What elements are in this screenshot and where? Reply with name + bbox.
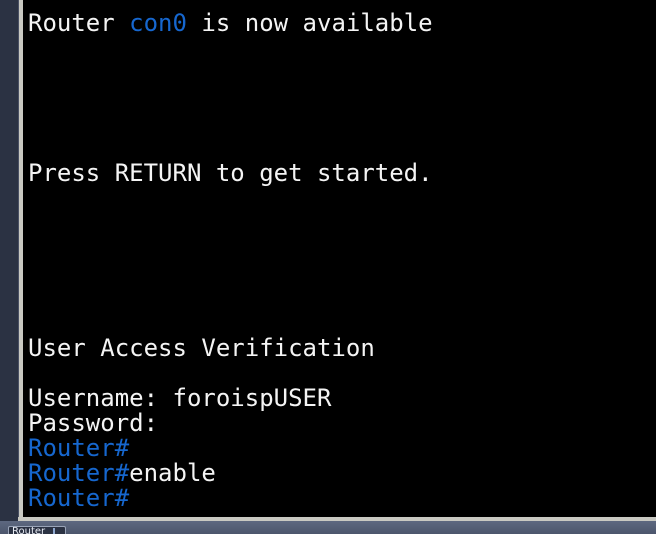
line-user-access-verification: User Access Verification	[28, 336, 656, 361]
line-password: Password:	[28, 411, 656, 436]
console-text-segment: enable	[129, 459, 216, 487]
line-prompt-1: Router#	[28, 436, 656, 461]
console-text-segment: User Access Verification	[28, 334, 375, 362]
status-bar-tab-label: Router	[12, 526, 46, 534]
line-username: Username: foroispUSER	[28, 386, 656, 411]
line-blank-8	[28, 236, 656, 261]
terminal-console[interactable]: Router con0 is now available Press RETUR…	[23, 0, 656, 517]
console-text-segment: Press RETURN to get started.	[28, 159, 433, 187]
console-text-segment: Username: foroispUSER	[28, 384, 332, 412]
console-text-segment: is now available	[186, 9, 433, 37]
line-press-return: Press RETURN to get started.	[28, 161, 656, 186]
left-side-panel	[0, 0, 18, 521]
line-prompt-2-enable: Router#enable	[28, 461, 656, 486]
line-blank-5	[28, 136, 656, 161]
line-blank-7	[28, 211, 656, 236]
router-console-window: Router con0 is now available Press RETUR…	[0, 0, 656, 534]
line-blank-11	[28, 311, 656, 336]
line-blank-2	[28, 61, 656, 86]
line-blank-6	[28, 186, 656, 211]
console-output: Router con0 is now available Press RETUR…	[28, 11, 656, 511]
line-banner: Router con0 is now available	[28, 11, 656, 36]
status-bar-tab[interactable]: Router	[8, 526, 66, 534]
line-blank-4	[28, 111, 656, 136]
line-prompt-3: Router#	[28, 486, 656, 511]
line-blank-10	[28, 286, 656, 311]
console-text-segment: Password:	[28, 409, 159, 437]
line-blank-1	[28, 36, 656, 61]
console-text-segment: Router#	[28, 484, 130, 512]
line-blank-9	[28, 261, 656, 286]
console-text-segment: con0	[129, 9, 187, 37]
console-text-segment: Router	[28, 9, 130, 37]
console-text-segment: Router#	[28, 434, 130, 462]
status-bar: Router	[0, 521, 656, 534]
line-blank-12	[28, 361, 656, 386]
console-text-segment: Router#	[28, 459, 130, 487]
text-cursor-icon	[53, 528, 55, 534]
line-blank-3	[28, 86, 656, 111]
